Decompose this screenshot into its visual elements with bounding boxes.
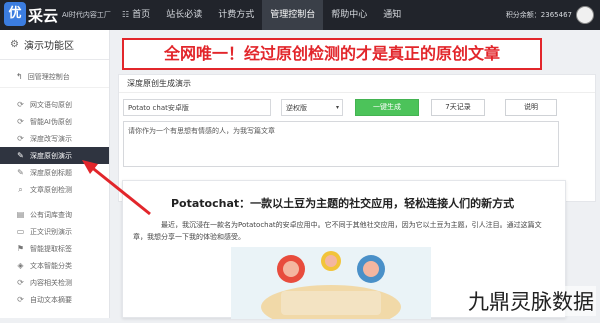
nav-home-label: 首页 (132, 10, 151, 20)
sidebar-item-label: 内容相关检测 (30, 278, 72, 287)
help-button[interactable]: 说明 (505, 99, 557, 116)
menu-icon: ⟳ (17, 100, 24, 109)
article-illustration (231, 247, 431, 323)
divider (119, 92, 595, 93)
sidebar-item[interactable]: ▤ 公有词库查询 (0, 206, 109, 223)
avatar[interactable] (576, 6, 594, 24)
back-to-console-label: 回管理控制台 (27, 72, 70, 81)
menu-icon: ⟳ (17, 278, 24, 287)
menu-icon: ⚑ (16, 244, 25, 253)
menu-icon: ▤ (16, 210, 25, 219)
keyword-input[interactable]: Potato chat安卓版 (123, 99, 271, 116)
sidebar-item[interactable]: ◈ 文本智能分类 (0, 257, 109, 274)
article-title: Potatochat：一款以土豆为主题的社交应用，轻松连接人们的新方式 (171, 197, 515, 210)
sidebar-item-label: 正文识别演示 (30, 227, 72, 236)
sidebar-item[interactable]: ⟳ 网文语句原创 (0, 96, 109, 113)
sidebar-item-label: 智能AI伪原创 (30, 117, 72, 126)
nav-pricing-label: 计费方式 (218, 10, 255, 20)
sidebar-item-label: 智能提取标签 (30, 244, 72, 253)
top-navigation-bar: 优 采云 AI时代内容工厂 ☷ 首页 站长必读 计费方式 管理控制台 帮助中心 通… (0, 0, 600, 30)
mode-select-value: 逆权版 (286, 104, 307, 112)
nav-must-read-label: 站长必读 (166, 10, 203, 20)
generate-button[interactable]: 一键生成 (355, 99, 419, 116)
sidebar-item-label: 文本智能分类 (30, 261, 72, 270)
sidebar-item[interactable]: ⟳ 自动文本摘要 (0, 291, 109, 308)
menu-icon: ✎ (17, 168, 24, 177)
menu-icon: ⟳ (17, 295, 24, 304)
prompt-textarea[interactable]: 请你作为一个有思想有情感的人，为我写篇文章 (123, 121, 559, 167)
sidebar-item-label: 公有词库查询 (30, 210, 72, 219)
logo-icon[interactable]: 优 (4, 2, 26, 26)
nav-help[interactable]: 帮助中心 (323, 0, 375, 30)
sidebar-item[interactable]: ⚑ 智能提取标签 (0, 240, 109, 257)
sidebar-item-label: 深度原创标题 (30, 168, 72, 177)
menu-icon: ✎ (17, 151, 24, 160)
nav-must-read[interactable]: 站长必读 (158, 0, 210, 30)
article-body: 最近，我沉浸在一款名为Potatochat的安卓应用中。它不同于其他社交应用，因… (133, 221, 542, 241)
menu-icon: ⌕ (18, 184, 23, 194)
sidebar-title-label: 演示功能区 (23, 41, 74, 52)
promo-banner: 全网唯一！经过原创检测的才是真正的原创文章 (122, 38, 542, 70)
sidebar-item[interactable]: ⟳ 智能AI伪原创 (0, 113, 109, 130)
menu-icon: ▭ (16, 227, 25, 236)
nav-notice-label: 通知 (383, 10, 402, 20)
sidebar-item[interactable]: ✎ 深度原创演示 (0, 147, 109, 164)
sidebar-item[interactable]: ⟳ 深度改写演示 (0, 130, 109, 147)
sidebar-item-label: 文章原创检测 (30, 185, 72, 194)
main-content: 全网唯一！经过原创检测的才是真正的原创文章 深度原创生成演示 Potato ch… (110, 30, 600, 323)
grid-icon: ☷ (122, 10, 130, 19)
sidebar-item[interactable]: ⟳ 内容相关检测 (0, 274, 109, 291)
brand-slogan: AI时代内容工厂 (62, 11, 111, 19)
back-to-console-link[interactable]: ↰ 回管理控制台 (0, 66, 109, 88)
sidebar: ⚙ 演示功能区 ↰ 回管理控制台 ⟳ 网文语句原创 ⟳ 智能AI伪原创 ⟳ 深度改写演示 ✎… (0, 30, 110, 318)
main-nav: ☷ 首页 站长必读 计费方式 管理控制台 帮助中心 通知 (114, 0, 409, 30)
menu-icon: ⟳ (17, 117, 24, 126)
back-arrow-icon: ↰ (16, 72, 23, 81)
points-balance: 积分余额：2365467 (505, 11, 572, 19)
nav-console-label: 管理控制台 (270, 10, 316, 20)
menu-icon: ⟳ (17, 134, 24, 143)
illustration-graphic (261, 251, 401, 323)
nav-pricing[interactable]: 计费方式 (210, 0, 262, 30)
sidebar-item-label: 自动文本摘要 (30, 295, 72, 304)
watermark-text: 九鼎灵脉数据 (466, 286, 596, 316)
nav-home[interactable]: ☷ 首页 (114, 0, 158, 30)
menu-icon: ◈ (17, 261, 24, 270)
mode-select[interactable]: 逆权版 ▾ (281, 99, 343, 116)
nav-help-label: 帮助中心 (331, 10, 368, 20)
panel-title: 深度原创生成演示 (127, 79, 191, 88)
history-button[interactable]: 7天记录 (431, 99, 485, 116)
sidebar-item[interactable]: ✎ 深度原创标题 (0, 164, 109, 181)
nav-console[interactable]: 管理控制台 (262, 0, 324, 30)
brand-name[interactable]: 采云 (28, 5, 58, 26)
sidebar-item-label: 深度原创演示 (30, 151, 72, 160)
sidebar-item[interactable]: ▭ 正文识别演示 (0, 223, 109, 240)
chevron-down-icon: ▾ (335, 104, 339, 111)
sidebar-title: ⚙ 演示功能区 (0, 30, 109, 60)
sidebar-item[interactable]: ⌕ 文章原创检测 (0, 181, 109, 198)
sidebar-item-label: 深度改写演示 (30, 134, 72, 143)
gear-icon: ⚙ (10, 39, 19, 50)
nav-notice[interactable]: 通知 (375, 0, 409, 30)
sidebar-item-label: 网文语句原创 (30, 100, 72, 109)
